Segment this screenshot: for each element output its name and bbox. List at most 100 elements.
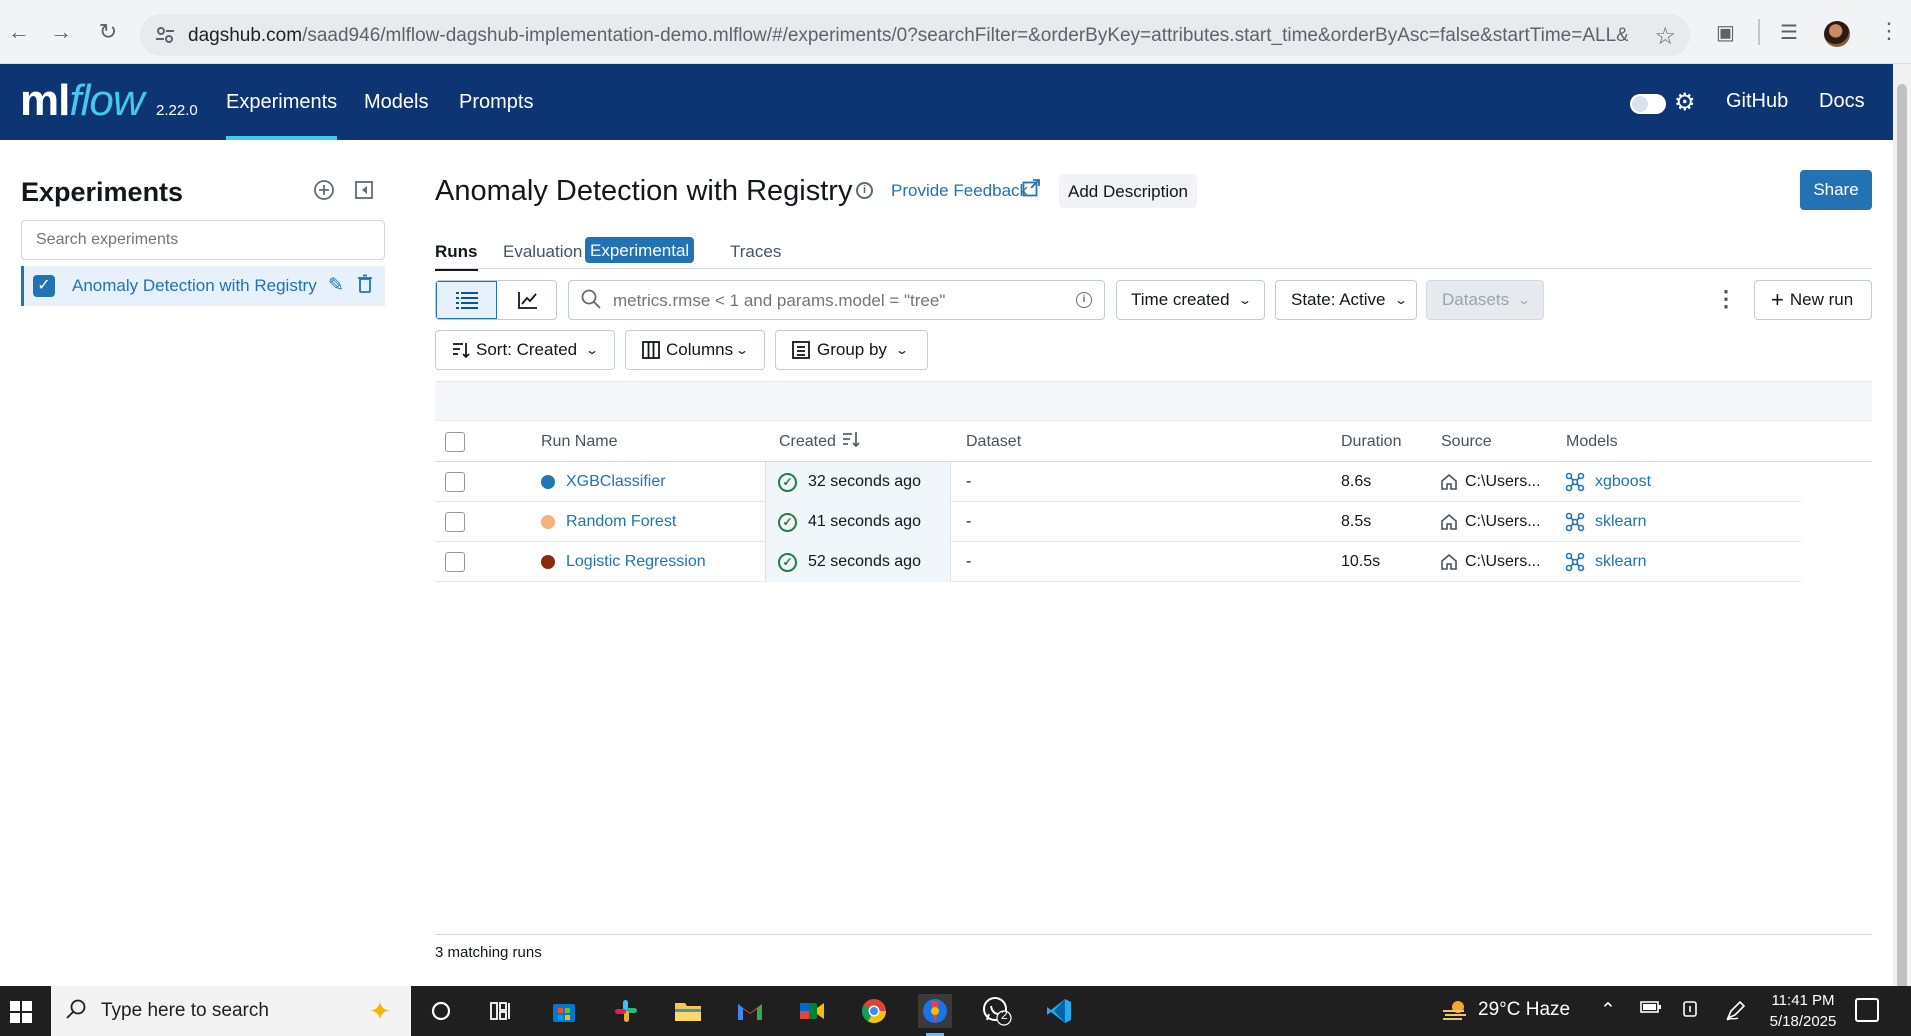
bookmark-star-icon[interactable]: ☆	[1654, 22, 1676, 51]
time-created-dropdown[interactable]: Time created ⌄	[1116, 280, 1265, 320]
row-checkbox[interactable]	[445, 472, 465, 492]
pen-icon[interactable]	[1725, 999, 1747, 1027]
create-experiment-icon[interactable]	[312, 178, 336, 202]
nav-prompts[interactable]: Prompts	[459, 64, 533, 140]
browser-menu-icon[interactable]: ⋮	[1878, 18, 1900, 44]
nav-experiments[interactable]: Experiments	[226, 64, 338, 140]
chrome-profile-active-icon[interactable]	[918, 994, 952, 1036]
media-control-icon[interactable]: ☰	[1780, 20, 1806, 46]
notifications-icon[interactable]	[1855, 998, 1879, 1022]
chevron-down-icon: ⌄	[1393, 293, 1408, 307]
microsoft-store-icon[interactable]	[547, 994, 581, 1028]
show-hidden-icons-chevron-icon[interactable]: ⌃	[1600, 999, 1616, 1022]
windows-start-icon[interactable]	[10, 1001, 32, 1023]
row-checkbox[interactable]	[445, 552, 465, 572]
chart-view-button[interactable]	[497, 281, 556, 319]
column-header-duration[interactable]: Duration	[1341, 433, 1401, 451]
collapse-sidebar-icon[interactable]	[352, 178, 376, 202]
tab-traces[interactable]: Traces	[730, 242, 781, 262]
site-settings-icon[interactable]	[154, 24, 176, 46]
vscode-icon[interactable]	[1042, 994, 1076, 1028]
columns-dropdown[interactable]: Columns ⌄	[625, 330, 765, 370]
external-link-icon[interactable]	[1022, 179, 1040, 202]
matching-runs-count: 3 matching runs	[435, 944, 542, 961]
experiment-checkbox[interactable]: ✓	[33, 275, 55, 297]
weather-widget[interactable]: 29°C Haze	[1442, 999, 1570, 1021]
tab-evaluation[interactable]: Evaluation	[503, 242, 582, 262]
sidebar-item-experiment[interactable]: ✓ Anomaly Detection with Registry ✎	[21, 266, 385, 306]
delete-trash-icon[interactable]	[357, 274, 373, 299]
column-header-created[interactable]: Created	[779, 433, 836, 451]
network-icon[interactable]	[1681, 999, 1699, 1025]
provide-feedback-link[interactable]: Provide Feedback	[891, 181, 1028, 201]
nav-models[interactable]: Models	[364, 64, 428, 140]
info-icon[interactable]: i	[856, 182, 873, 199]
run-color-dot[interactable]	[541, 555, 555, 569]
docs-link[interactable]: Docs	[1819, 90, 1865, 113]
sort-dropdown[interactable]: Sort: Created ⌄	[435, 330, 615, 370]
edit-pencil-icon[interactable]: ✎	[328, 274, 344, 297]
scrollbar-thumb[interactable]	[1897, 84, 1907, 1024]
model-icon	[1565, 472, 1585, 492]
system-clock[interactable]: 11:41 PM 5/18/2025	[1763, 990, 1843, 1032]
table-row[interactable]: Logistic Regression ✓ 52 seconds ago - 1…	[435, 542, 1801, 582]
group-by-dropdown[interactable]: Group by ⌄	[775, 330, 928, 370]
experiment-search-input[interactable]	[21, 220, 385, 260]
search-help-icon[interactable]: i	[1076, 292, 1092, 308]
slack-icon[interactable]	[609, 994, 643, 1028]
taskbar-search-box[interactable]: Type here to search ✦	[51, 986, 411, 1036]
select-all-checkbox[interactable]	[445, 432, 465, 452]
column-header-models[interactable]: Models	[1566, 433, 1618, 451]
state-filter-dropdown[interactable]: State: Active ⌄	[1275, 280, 1417, 320]
column-header-source[interactable]: Source	[1441, 433, 1492, 451]
new-run-button[interactable]: + New run	[1754, 280, 1872, 320]
table-row[interactable]: Random Forest ✓ 41 seconds ago - 8.5s C:…	[435, 502, 1801, 542]
column-header-run-name[interactable]: Run Name	[541, 433, 617, 451]
weather-text: 29°C Haze	[1478, 999, 1571, 1020]
back-icon[interactable]: ←	[6, 19, 32, 45]
run-name-link[interactable]: XGBClassifier	[566, 473, 666, 491]
more-options-icon[interactable]: ⋮	[1715, 288, 1737, 310]
extensions-icon[interactable]: ▣	[1716, 20, 1742, 46]
github-link[interactable]: GitHub	[1726, 90, 1788, 113]
column-header-dataset[interactable]: Dataset	[966, 433, 1021, 451]
row-checkbox[interactable]	[445, 512, 465, 532]
model-link[interactable]: sklearn	[1595, 553, 1647, 571]
task-view-icon[interactable]	[484, 994, 518, 1028]
sort-descending-icon[interactable]	[842, 430, 860, 453]
run-name-link[interactable]: Random Forest	[566, 513, 676, 531]
gmail-icon[interactable]	[733, 994, 767, 1028]
cortana-icon[interactable]	[424, 994, 458, 1028]
chrome-icon[interactable]	[857, 994, 891, 1028]
profile-avatar[interactable]	[1824, 21, 1850, 47]
view-mode-toggle	[435, 280, 557, 320]
runs-search-input[interactable]	[613, 289, 1033, 313]
experimental-badge: Experimental	[585, 237, 695, 263]
model-link[interactable]: xgboost	[1595, 473, 1651, 491]
page-scrollbar[interactable]	[1893, 64, 1911, 1024]
run-color-dot[interactable]	[541, 515, 555, 529]
forward-icon[interactable]: →	[48, 19, 74, 45]
whatsapp-icon[interactable]: 2	[980, 994, 1014, 1028]
file-explorer-icon[interactable]	[671, 994, 705, 1028]
source-value: C:\Users...	[1465, 473, 1541, 490]
battery-icon[interactable]	[1640, 999, 1662, 1021]
tab-runs[interactable]: Runs	[435, 242, 478, 271]
table-view-button[interactable]	[436, 281, 497, 319]
dark-mode-toggle[interactable]	[1630, 94, 1666, 114]
add-description-button[interactable]: Add Description	[1059, 174, 1198, 208]
run-name-link[interactable]: Logistic Regression	[566, 553, 706, 571]
run-color-dot[interactable]	[541, 475, 555, 489]
version-label: 2.22.0	[156, 102, 198, 119]
share-button[interactable]: Share	[1800, 170, 1872, 210]
model-link[interactable]: sklearn	[1595, 513, 1647, 531]
chevron-down-icon: ⌄	[894, 343, 910, 357]
settings-gear-icon[interactable]: ⚙	[1674, 88, 1696, 117]
reload-icon[interactable]: ↻	[95, 19, 121, 45]
google-meet-icon[interactable]	[795, 994, 829, 1028]
table-row[interactable]: XGBClassifier ✓ 32 seconds ago - 8.6s C:…	[435, 462, 1801, 502]
mlflow-logo[interactable]: mlflow	[20, 76, 145, 126]
datasets-dropdown[interactable]: Datasets ⌄	[1426, 280, 1544, 320]
columns-label: Columns	[666, 340, 734, 359]
address-bar[interactable]: dagshub.com/saad946/mlflow-dagshub-imple…	[140, 14, 1690, 56]
